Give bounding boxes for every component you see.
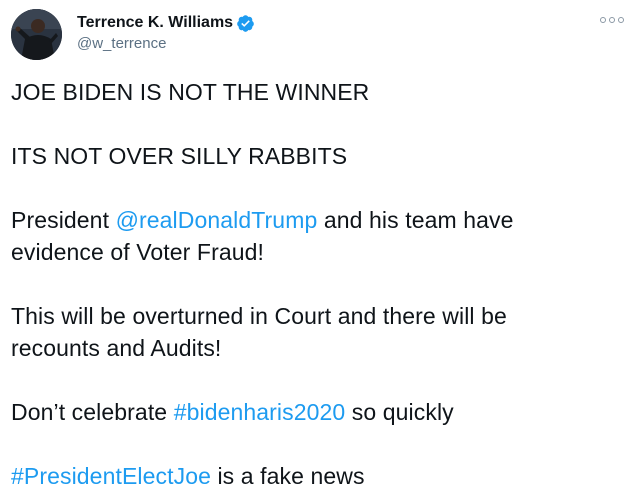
more-options-icon[interactable] [600, 12, 624, 28]
tweet-paragraph-1: JOE BIDEN IS NOT THE WINNER [11, 79, 370, 105]
text-segment: and his team have [317, 207, 514, 233]
tweet-paragraph-3-line-2: evidence of Voter Fraud! [11, 239, 264, 265]
tweet-paragraph-4-line-2: recounts and Audits! [11, 335, 222, 361]
text-segment: so quickly [345, 399, 454, 425]
tweet-paragraph-6: #PresidentElectJoe is a fake news [11, 460, 623, 492]
tweet-paragraph-5: Don’t celebrate #bidenharis2020 so quick… [11, 396, 623, 428]
mention-link[interactable]: @realDonaldTrump [116, 207, 318, 233]
verified-badge-icon [236, 14, 255, 33]
text-segment: President [11, 207, 116, 233]
text-segment: is a fake news [210, 463, 365, 489]
more-dot [609, 17, 615, 23]
author-handle[interactable]: @w_terrence [77, 35, 166, 52]
author-name-row: Terrence K. Williams [77, 12, 255, 34]
author-display-name[interactable]: Terrence K. Williams [77, 14, 233, 32]
hashtag-link[interactable]: #bidenharis2020 [174, 399, 346, 425]
hashtag-link[interactable]: #PresidentElectJoe [11, 463, 211, 489]
tweet-text: JOE BIDEN IS NOT THE WINNER ITS NOT OVER… [11, 76, 623, 492]
tweet-paragraph-2: ITS NOT OVER SILLY RABBITS [11, 143, 348, 169]
avatar[interactable] [11, 9, 62, 60]
tweet-paragraph-4-line-1: This will be overturned in Court and the… [11, 303, 507, 329]
tweet-paragraph-3-line-1: President @realDonaldTrump and his team … [11, 204, 623, 236]
text-segment: Don’t celebrate [11, 399, 174, 425]
avatar-photo [11, 9, 62, 60]
more-dot [600, 17, 606, 23]
more-dot [618, 17, 624, 23]
tweet-card: Terrence K. Williams @w_terrence JOE BID… [0, 0, 634, 501]
